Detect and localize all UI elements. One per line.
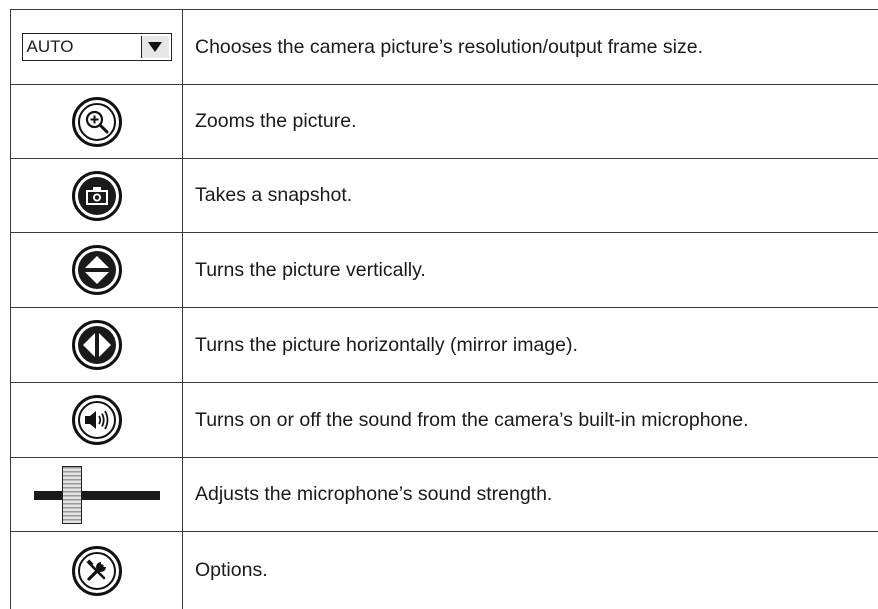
controls-table: AUTO Chooses the camera picture’s resolu… <box>10 9 878 609</box>
table-row: Zooms the picture. <box>10 85 878 158</box>
table-row: AUTO Chooses the camera picture’s resolu… <box>10 10 878 84</box>
row-description: Takes a snapshot. <box>195 184 353 206</box>
row-description: Adjusts the microphone’s sound strength. <box>195 483 553 505</box>
slider-handle[interactable] <box>61 465 82 524</box>
row-description: Options. <box>195 559 268 581</box>
resolution-select[interactable]: AUTO <box>21 33 172 61</box>
chevron-down-icon[interactable] <box>140 36 169 58</box>
row-description: Turns the picture vertically. <box>195 258 426 281</box>
row-description: Zooms the picture. <box>195 110 357 132</box>
table-row: Options. <box>10 532 878 609</box>
table-row: Turns the picture horizontally (mirror i… <box>10 308 878 382</box>
tools-icon[interactable] <box>71 545 122 596</box>
table-row: Adjusts the microphone’s sound strength. <box>10 458 878 531</box>
speaker-icon[interactable] <box>71 395 122 445</box>
resolution-select-value: AUTO <box>26 37 74 56</box>
row-description: Turns on or off the sound from the camer… <box>195 408 749 431</box>
flip-horizontal-icon[interactable] <box>71 320 122 370</box>
table-row: Turns the picture vertically. <box>10 233 878 307</box>
volume-slider[interactable] <box>33 465 160 524</box>
row-description: Chooses the camera picture’s resolution/… <box>195 35 703 58</box>
camera-icon[interactable] <box>71 170 122 221</box>
slider-track <box>33 490 160 500</box>
table-row: Takes a snapshot. <box>10 159 878 232</box>
flip-vertical-icon[interactable] <box>71 245 122 295</box>
table-row: Turns on or off the sound from the camer… <box>10 383 878 457</box>
row-description: Turns the picture horizontally (mirror i… <box>195 333 578 356</box>
zoom-in-icon[interactable] <box>71 96 122 147</box>
